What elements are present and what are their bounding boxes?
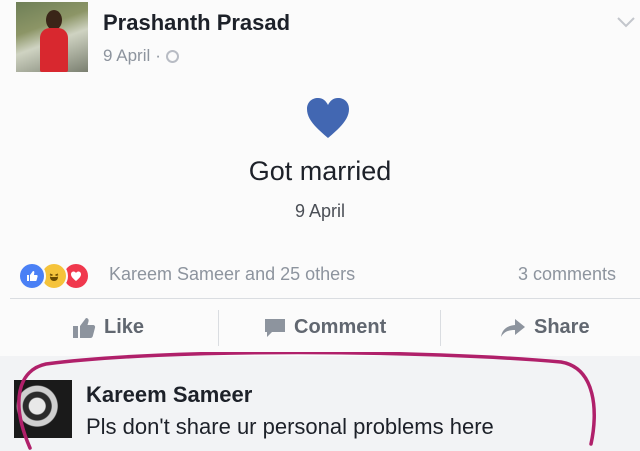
avatar-head xyxy=(46,10,62,30)
facebook-post: Prashanth Prasad 9 April · Got married 9… xyxy=(0,0,640,451)
post-date[interactable]: 9 April xyxy=(103,46,150,66)
comment-button[interactable]: Comment xyxy=(264,316,386,339)
share-label: Share xyxy=(534,316,590,338)
author-avatar[interactable] xyxy=(16,2,88,72)
globe-icon xyxy=(165,49,179,63)
share-icon xyxy=(501,318,525,337)
action-separator xyxy=(440,310,441,346)
life-event-title: Got married xyxy=(248,156,392,186)
share-button[interactable]: Share xyxy=(500,316,590,339)
post-meta: 9 April · xyxy=(103,46,179,66)
author-name[interactable]: Prashanth Prasad xyxy=(103,10,290,36)
like-label: Like xyxy=(104,316,145,338)
heart-icon xyxy=(307,98,349,138)
like-icon xyxy=(18,262,46,290)
meta-separator: · xyxy=(155,46,161,65)
reaction-summary[interactable]: Kareem Sameer and 25 others xyxy=(109,264,355,285)
highlight-circle xyxy=(17,352,596,450)
divider xyxy=(10,298,640,299)
action-bar: Like Comment Share xyxy=(0,306,640,352)
like-button[interactable]: Like xyxy=(72,316,144,339)
reaction-icons[interactable] xyxy=(18,262,90,290)
life-event-date: 9 April xyxy=(294,201,346,221)
comments-count[interactable]: 3 comments xyxy=(518,264,640,285)
avatar-figure xyxy=(40,28,68,72)
thumbs-up-icon xyxy=(73,317,96,338)
comment-icon xyxy=(265,318,285,337)
chevron-down-icon[interactable] xyxy=(616,14,636,30)
comment-label: Comment xyxy=(294,316,387,338)
action-separator xyxy=(218,310,219,346)
